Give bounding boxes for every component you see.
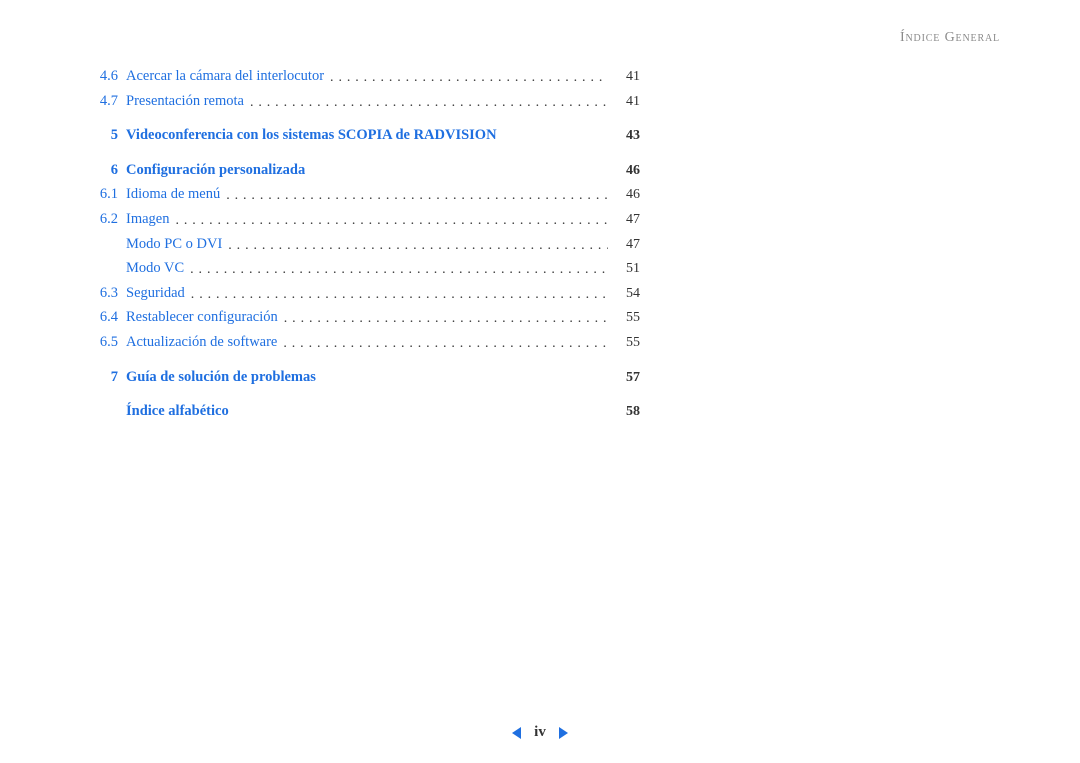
- toc-title[interactable]: Modo PC o DVI: [126, 234, 222, 254]
- toc-row: 6Configuración personalizada 46: [80, 160, 640, 181]
- prev-page-icon[interactable]: [510, 726, 524, 740]
- toc-title[interactable]: Índice alfabético: [126, 401, 229, 421]
- toc-title[interactable]: Restablecer configuración: [126, 307, 278, 327]
- toc-leader: ........................................…: [277, 334, 608, 354]
- toc-leader: ........................................…: [220, 186, 608, 206]
- toc-leader: ........................................…: [278, 309, 608, 329]
- toc-page[interactable]: 47: [608, 235, 640, 255]
- toc-number[interactable]: 6: [80, 160, 126, 180]
- toc-title[interactable]: Seguridad: [126, 283, 185, 303]
- toc-title[interactable]: Presentación remota: [126, 91, 244, 111]
- table-of-contents: 4.6Acercar la cámara del interlocutor...…: [80, 62, 640, 426]
- toc-row: 7Guía de solución de problemas 57: [80, 367, 640, 388]
- toc-row: 6.1Idioma de menú.......................…: [80, 184, 640, 205]
- toc-page[interactable]: 46: [608, 185, 640, 205]
- toc-page[interactable]: 54: [608, 284, 640, 304]
- toc-page[interactable]: 41: [608, 67, 640, 87]
- running-head-text: Índice General: [900, 30, 1000, 45]
- toc-leader: ........................................…: [244, 93, 608, 113]
- running-head: Índice General: [900, 30, 1000, 46]
- toc-title[interactable]: Actualización de software: [126, 332, 277, 352]
- toc-number[interactable]: 6.4: [80, 307, 126, 327]
- toc-title[interactable]: Guía de solución de problemas: [126, 367, 316, 387]
- toc-page[interactable]: 55: [608, 333, 640, 353]
- toc-leader: ........................................…: [185, 285, 608, 305]
- toc-row: 6.4Restablecer configuración............…: [80, 307, 640, 328]
- toc-row: 4.7Presentación remota..................…: [80, 91, 640, 112]
- toc-leader: ........................................…: [169, 211, 608, 231]
- toc-leader: ........................................…: [324, 68, 608, 88]
- toc-page[interactable]: 58: [608, 402, 640, 422]
- toc-row: 6.2Imagen...............................…: [80, 209, 640, 230]
- toc-title[interactable]: Configuración personalizada: [126, 160, 305, 180]
- toc-page[interactable]: 55: [608, 308, 640, 328]
- page: Índice General 4.6Acercar la cámara del …: [0, 0, 1080, 763]
- toc-title[interactable]: Videoconferencia con los sistemas SCOPIA…: [126, 125, 497, 145]
- toc-page[interactable]: 46: [608, 161, 640, 181]
- page-footer: iv: [0, 724, 1080, 741]
- toc-row: Modo PC o DVI...........................…: [80, 234, 640, 255]
- toc-page[interactable]: 57: [608, 368, 640, 388]
- toc-leader: ........................................…: [222, 236, 608, 256]
- page-number: iv: [534, 724, 546, 740]
- toc-title[interactable]: Idioma de menú: [126, 184, 220, 204]
- next-page-icon[interactable]: [556, 726, 570, 740]
- toc-row: Índice alfabético 58: [80, 401, 640, 422]
- toc-number[interactable]: 7: [80, 367, 126, 387]
- toc-number[interactable]: 5: [80, 125, 126, 145]
- toc-page[interactable]: 47: [608, 210, 640, 230]
- toc-row: 6.3Seguridad............................…: [80, 283, 640, 304]
- toc-row: 4.6Acercar la cámara del interlocutor...…: [80, 66, 640, 87]
- toc-title[interactable]: Acercar la cámara del interlocutor: [126, 66, 324, 86]
- toc-page[interactable]: 41: [608, 92, 640, 112]
- toc-number[interactable]: 4.6: [80, 66, 126, 86]
- toc-page[interactable]: 43: [608, 126, 640, 146]
- toc-number[interactable]: 6.2: [80, 209, 126, 229]
- toc-number[interactable]: 6.1: [80, 184, 126, 204]
- toc-title[interactable]: Modo VC: [126, 258, 184, 278]
- toc-leader: ........................................…: [184, 260, 608, 280]
- toc-number[interactable]: 6.3: [80, 283, 126, 303]
- toc-page[interactable]: 51: [608, 259, 640, 279]
- toc-number[interactable]: 6.5: [80, 332, 126, 352]
- toc-row: 5Videoconferencia con los sistemas SCOPI…: [80, 125, 640, 146]
- toc-number[interactable]: 4.7: [80, 91, 126, 111]
- toc-row: 6.5Actualización de software............…: [80, 332, 640, 353]
- toc-row: Modo VC.................................…: [80, 258, 640, 279]
- toc-title[interactable]: Imagen: [126, 209, 169, 229]
